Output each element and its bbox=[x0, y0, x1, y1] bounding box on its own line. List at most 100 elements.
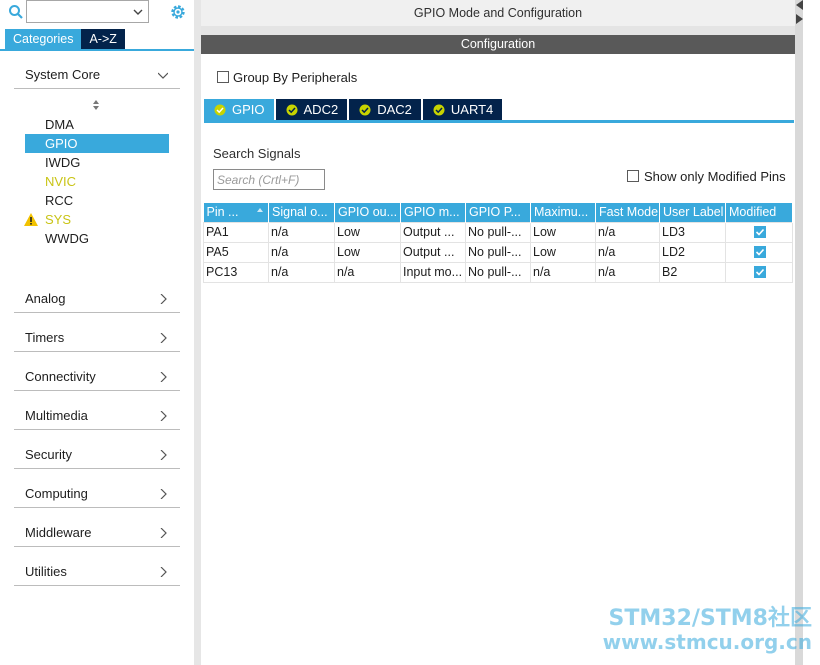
category-tabs: Categories A->Z bbox=[5, 29, 125, 49]
watermark-line-2: www.stmcu.org.cn bbox=[602, 630, 812, 654]
table-row[interactable]: PA1 n/a Low Output ... No pull-... Low n… bbox=[203, 221, 793, 243]
category-system-core[interactable]: System Core bbox=[14, 63, 180, 89]
gpio-table: Pin ... Signal o... GPIO ou... GPIO m...… bbox=[203, 203, 793, 283]
check-circle-icon bbox=[359, 104, 371, 115]
column-header-signal[interactable]: Signal o... bbox=[268, 203, 335, 222]
table-row[interactable]: PC13 n/a n/a Input mo... No pull-... n/a… bbox=[203, 261, 793, 283]
tab-adc2[interactable]: ADC2 bbox=[275, 99, 348, 120]
chevron-right-icon bbox=[160, 333, 167, 343]
column-header-gpio-pull[interactable]: GPIO P... bbox=[465, 203, 531, 222]
category-label: Multimedia bbox=[25, 408, 88, 423]
category-multimedia[interactable]: Multimedia bbox=[14, 404, 180, 430]
search-row bbox=[0, 0, 194, 26]
left-panel: Categories A->Z System Core DMA GPIO IWD… bbox=[0, 0, 194, 665]
cell-signal[interactable]: n/a bbox=[268, 221, 335, 243]
sidebar-item-dma[interactable]: DMA bbox=[25, 115, 169, 134]
cell-gpio-mode[interactable]: Output ... bbox=[400, 221, 466, 243]
sidebar-item-sys[interactable]: SYS bbox=[24, 210, 169, 229]
configuration-title: Configuration bbox=[201, 35, 795, 54]
chevron-right-icon bbox=[160, 372, 167, 382]
gear-icon[interactable] bbox=[169, 3, 187, 21]
tab-underline bbox=[204, 120, 794, 123]
cell-pin[interactable]: PA5 bbox=[203, 241, 269, 263]
cell-maximum[interactable]: n/a bbox=[530, 261, 596, 283]
cell-gpio-mode[interactable]: Input mo... bbox=[400, 261, 466, 283]
tab-categories[interactable]: Categories bbox=[5, 29, 82, 49]
chevron-down-icon[interactable] bbox=[132, 6, 144, 18]
tab-dac2[interactable]: DAC2 bbox=[349, 99, 421, 120]
cell-user-label[interactable]: LD2 bbox=[659, 241, 726, 263]
search-signals-label: Search Signals bbox=[213, 146, 301, 161]
column-header-gpio-mode[interactable]: GPIO m... bbox=[400, 203, 466, 222]
tab-uart4[interactable]: UART4 bbox=[422, 99, 503, 120]
search-icon[interactable] bbox=[8, 4, 24, 20]
column-header-gpio-output[interactable]: GPIO ou... bbox=[334, 203, 401, 222]
checkbox-checked-icon[interactable] bbox=[754, 226, 766, 238]
cell-gpio-mode[interactable]: Output ... bbox=[400, 241, 466, 263]
category-connectivity[interactable]: Connectivity bbox=[14, 365, 180, 391]
chevron-left-icon[interactable] bbox=[796, 0, 803, 10]
chevron-right-icon bbox=[160, 411, 167, 421]
cell-modified[interactable] bbox=[725, 221, 793, 243]
column-header-maximum[interactable]: Maximu... bbox=[530, 203, 596, 222]
sidebar-item-iwdg[interactable]: IWDG bbox=[25, 153, 169, 172]
cell-fast-mode[interactable]: n/a bbox=[595, 261, 660, 283]
sidebar-item-rcc[interactable]: RCC bbox=[25, 191, 169, 210]
cell-fast-mode[interactable]: n/a bbox=[595, 221, 660, 243]
tab-a-to-z[interactable]: A->Z bbox=[81, 29, 125, 49]
search-signals-input[interactable] bbox=[213, 169, 325, 190]
column-header-user-label[interactable]: User Label bbox=[659, 203, 726, 222]
tab-gpio[interactable]: GPIO bbox=[204, 99, 274, 120]
group-by-peripherals-checkbox[interactable] bbox=[217, 71, 229, 83]
sidebar-item-nvic[interactable]: NVIC bbox=[25, 172, 169, 191]
watermark-line-1: STM32/STM8社区 bbox=[608, 606, 812, 631]
cell-pin[interactable]: PA1 bbox=[203, 221, 269, 243]
cell-gpio-output[interactable]: Low bbox=[334, 221, 401, 243]
checkbox-checked-icon[interactable] bbox=[754, 246, 766, 258]
sort-icon[interactable] bbox=[91, 100, 101, 110]
column-header-pin[interactable]: Pin ... bbox=[203, 203, 269, 222]
cell-gpio-pull[interactable]: No pull-... bbox=[465, 221, 531, 243]
checkbox-checked-icon[interactable] bbox=[754, 266, 766, 278]
category-computing[interactable]: Computing bbox=[14, 482, 180, 508]
cell-modified[interactable] bbox=[725, 241, 793, 263]
cell-maximum[interactable]: Low bbox=[530, 241, 596, 263]
watermark: STM32/STM8社区 www.stmcu.org.cn bbox=[602, 606, 812, 654]
category-middleware[interactable]: Middleware bbox=[14, 521, 180, 547]
column-header-fast-mode[interactable]: Fast Mode bbox=[595, 203, 660, 222]
panel-splitter[interactable] bbox=[194, 0, 201, 665]
cell-user-label[interactable]: B2 bbox=[659, 261, 726, 283]
category-label: Analog bbox=[25, 291, 66, 306]
sidebar-item-gpio[interactable]: GPIO bbox=[25, 134, 169, 153]
cell-user-label[interactable]: LD3 bbox=[659, 221, 726, 243]
cell-gpio-output[interactable]: Low bbox=[334, 241, 401, 263]
cell-gpio-pull[interactable]: No pull-... bbox=[465, 261, 531, 283]
table-row[interactable]: PA5 n/a Low Output ... No pull-... Low n… bbox=[203, 241, 793, 263]
cell-signal[interactable]: n/a bbox=[268, 241, 335, 263]
chevron-right-icon bbox=[160, 294, 167, 304]
warning-icon bbox=[24, 213, 38, 226]
sidebar-item-wwdg[interactable]: WWDG bbox=[25, 229, 169, 248]
column-header-modified[interactable]: Modified bbox=[725, 203, 793, 222]
cell-modified[interactable] bbox=[725, 261, 793, 283]
tab-label: DAC2 bbox=[377, 102, 412, 117]
category-analog[interactable]: Analog bbox=[14, 287, 180, 313]
check-circle-icon bbox=[433, 104, 445, 115]
category-timers[interactable]: Timers bbox=[14, 326, 180, 352]
cell-signal[interactable]: n/a bbox=[268, 261, 335, 283]
right-edge-strip bbox=[795, 0, 803, 665]
cell-pin[interactable]: PC13 bbox=[203, 261, 269, 283]
cell-maximum[interactable]: Low bbox=[530, 221, 596, 243]
category-security[interactable]: Security bbox=[14, 443, 180, 469]
search-combo[interactable] bbox=[26, 0, 149, 23]
chevron-right-icon[interactable] bbox=[796, 14, 803, 24]
tab-label: ADC2 bbox=[303, 102, 339, 117]
cell-gpio-pull[interactable]: No pull-... bbox=[465, 241, 531, 263]
cell-fast-mode[interactable]: n/a bbox=[595, 241, 660, 263]
category-utilities[interactable]: Utilities bbox=[14, 560, 180, 586]
gpio-config-panel: GPIO Mode and Configuration Configuratio… bbox=[201, 0, 795, 665]
mode-separator bbox=[201, 26, 795, 35]
show-modified-checkbox[interactable] bbox=[627, 170, 639, 182]
cell-gpio-output[interactable]: n/a bbox=[334, 261, 401, 283]
chevron-right-icon bbox=[160, 489, 167, 499]
